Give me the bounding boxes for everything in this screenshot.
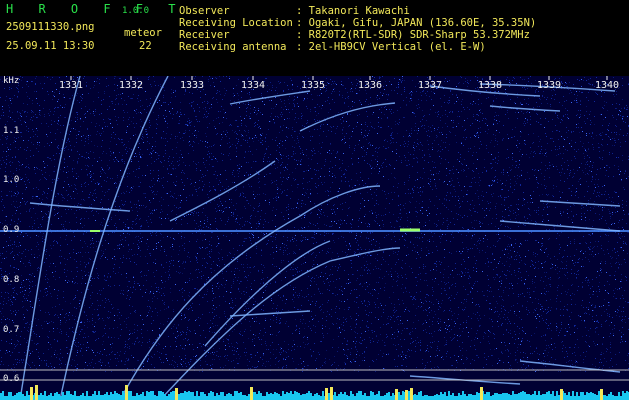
antenna-value: : 2el-HB9CV Vertical (el. E-W): [296, 41, 486, 53]
location-label: Receiving Location: [179, 17, 293, 29]
detection-marker: [600, 389, 603, 400]
minute-tick-label: 1333: [180, 80, 205, 91]
detection-marker: [125, 385, 128, 400]
detection-marker: [480, 387, 483, 400]
detection-marker: [395, 389, 398, 400]
minute-tick-label: 1331: [59, 80, 84, 91]
detection-marker: [325, 388, 328, 400]
minute-tick-label: 1335: [301, 80, 326, 91]
minute-tick-label: 1337: [418, 80, 443, 91]
spectrogram: [0, 76, 629, 400]
detection-marker: [405, 390, 408, 400]
meteor-count: 22: [139, 40, 152, 52]
y-tick-label: 0.6: [3, 374, 20, 384]
minute-tick-label: 1336: [358, 80, 383, 91]
spectrogram-canvas: [0, 76, 629, 400]
meteor-label: meteor: [124, 27, 162, 39]
detection-marker: [410, 388, 413, 400]
detection-marker: [250, 387, 253, 400]
observation-datetime: 25.09.11 13:30: [6, 40, 95, 52]
minute-tick-label: 1339: [537, 80, 562, 91]
y-axis-unit: kHz: [3, 76, 20, 86]
receiver-value: : R820T2(RTL-SDR) SDR-Sharp 53.372MHz: [296, 29, 530, 41]
observer-value: : Takanori Kawachi: [296, 5, 410, 17]
detection-marker: [30, 387, 33, 400]
y-tick-label: 0.7: [3, 325, 20, 335]
receiver-label: Receiver: [179, 29, 230, 41]
detection-marker: [175, 388, 178, 400]
image-filename: 2509111330.png: [6, 21, 95, 33]
detection-marker: [330, 387, 333, 400]
minute-tick-label: 1332: [119, 80, 144, 91]
minute-tick-label: 1338: [478, 80, 503, 91]
antenna-label: Receiving antenna: [179, 41, 287, 53]
app-version: 1.0.0: [122, 6, 150, 16]
location-value: : Ogaki, Gifu, JAPAN (136.60E, 35.35N): [296, 17, 537, 29]
observer-label: Observer: [179, 5, 230, 17]
minute-tick-label: 1334: [241, 80, 266, 91]
minute-tick-label: 1340: [595, 80, 620, 91]
y-tick-label: 0.8: [3, 275, 20, 285]
header-panel: H R O F F T 1.0.0 2509111330.png meteor …: [0, 0, 629, 74]
app-title: H R O F F T: [6, 2, 185, 16]
detection-marker: [560, 389, 563, 400]
y-tick-label: 1.0: [3, 175, 20, 185]
y-tick-label: 1.1: [3, 126, 20, 136]
detection-marker: [35, 385, 38, 400]
y-tick-label: 0.9: [3, 225, 20, 235]
